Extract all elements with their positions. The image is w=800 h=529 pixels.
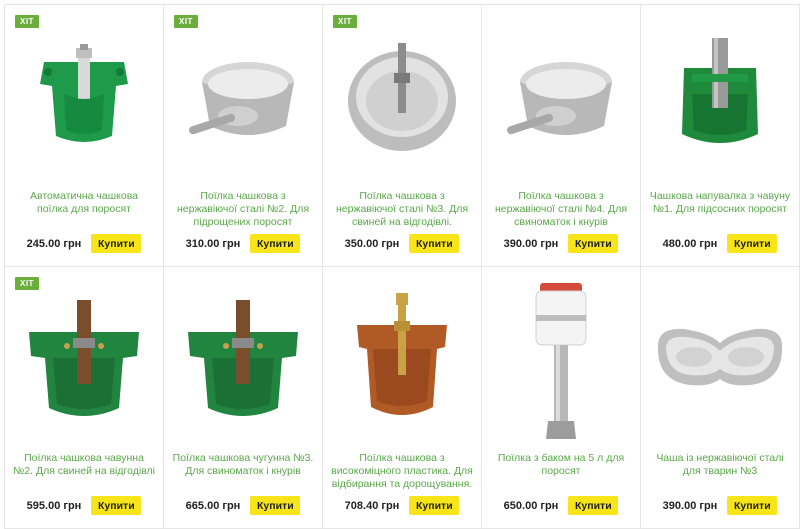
- product-image[interactable]: [164, 281, 322, 441]
- product-title[interactable]: Поїлка чашкова з нержавіючої сталі №3. Д…: [331, 190, 473, 229]
- tank-waterer-icon: [535, 283, 587, 439]
- product-image[interactable]: [482, 281, 640, 441]
- product-price: 650.00 грн: [503, 499, 559, 512]
- product-title[interactable]: Поїлка чашкова з нержавіючої сталі №4. Д…: [490, 190, 632, 229]
- cast-iron-bowl-icon: [29, 300, 139, 416]
- product-card[interactable]: ХІТ Поїлка чашкова з нержавіючої сталі №…: [323, 5, 482, 267]
- buy-button[interactable]: Купити: [409, 496, 460, 515]
- product-card[interactable]: Поїлка з баком на 5 л для поросят 650.00…: [482, 267, 641, 529]
- product-price: 480.00 грн: [662, 237, 718, 250]
- product-card[interactable]: Чаша із нержавіючої сталі для тварин №3 …: [641, 267, 800, 529]
- product-price: 708.40 грн: [344, 499, 400, 512]
- product-image[interactable]: [5, 19, 163, 179]
- product-image[interactable]: [641, 19, 799, 179]
- product-price: 390.00 грн: [662, 499, 718, 512]
- product-card[interactable]: ХІТ Поїлка чашкова з нержавіючої сталі №…: [164, 5, 323, 267]
- plastic-bowl-icon: [357, 293, 447, 415]
- buy-button[interactable]: Купити: [568, 234, 619, 253]
- product-image[interactable]: [641, 281, 799, 441]
- product-image[interactable]: [482, 19, 640, 179]
- product-title[interactable]: Чашкова напувалка з чавуну №1. Для підсо…: [649, 190, 791, 216]
- product-image[interactable]: [5, 281, 163, 441]
- product-title[interactable]: Поїлка з баком на 5 л для поросят: [490, 452, 632, 478]
- product-image[interactable]: [164, 19, 322, 179]
- product-grid: ХІТ Автоматична чашкова поїлка для порос…: [4, 4, 800, 529]
- cast-iron-bowl-icon: [188, 300, 298, 416]
- product-price: 245.00 грн: [26, 237, 82, 250]
- product-price: 665.00 грн: [185, 499, 241, 512]
- buy-button[interactable]: Купити: [727, 234, 778, 253]
- product-price: 350.00 грн: [344, 237, 400, 250]
- steel-bowl-icon: [188, 62, 294, 135]
- product-card[interactable]: Поїлка чашкова з високомiцного пластика.…: [323, 267, 482, 529]
- steel-round-bowl-icon: [348, 43, 456, 151]
- product-card[interactable]: Чашкова напувалка з чавуну №1. Для підсо…: [641, 5, 800, 267]
- buy-button[interactable]: Купити: [409, 234, 460, 253]
- buy-button[interactable]: Купити: [91, 496, 142, 515]
- buy-button[interactable]: Купити: [91, 234, 142, 253]
- product-price: 390.00 грн: [503, 237, 559, 250]
- buy-button[interactable]: Купити: [727, 496, 778, 515]
- buy-button[interactable]: Купити: [250, 234, 301, 253]
- product-title[interactable]: Автоматична чашкова поїлка для поросят: [13, 190, 155, 216]
- cast-iron-waterer-icon: [682, 38, 758, 143]
- steel-dish-icon: [657, 328, 783, 386]
- product-price: 310.00 грн: [185, 237, 241, 250]
- product-title[interactable]: Поїлка чашкова чавунна №2. Для свиней на…: [13, 452, 155, 478]
- green-pig-waterer-icon: [40, 44, 128, 142]
- buy-button[interactable]: Купити: [568, 496, 619, 515]
- product-price: 595.00 грн: [26, 499, 82, 512]
- product-title[interactable]: Поїлка чашкова чугунна №3. Для свиномато…: [172, 452, 314, 478]
- product-card[interactable]: ХІТ Автоматична чашкова поїлка для порос…: [5, 5, 164, 267]
- steel-bowl-icon: [506, 62, 612, 135]
- product-title[interactable]: Поїлка чашкова з високомiцного пластика.…: [331, 452, 473, 491]
- product-title[interactable]: Поїлка чашкова з нержавіючої сталі №2. Д…: [172, 190, 314, 229]
- product-card[interactable]: Поїлка чашкова з нержавіючої сталі №4. Д…: [482, 5, 641, 267]
- buy-button[interactable]: Купити: [250, 496, 301, 515]
- product-image[interactable]: [323, 19, 481, 179]
- product-image[interactable]: [323, 281, 481, 441]
- product-card[interactable]: ХІТ Поїлка чашкова чавунна №2. Для свине…: [5, 267, 164, 529]
- product-card[interactable]: Поїлка чашкова чугунна №3. Для свиномато…: [164, 267, 323, 529]
- product-title[interactable]: Чаша із нержавіючої сталі для тварин №3: [649, 452, 791, 478]
